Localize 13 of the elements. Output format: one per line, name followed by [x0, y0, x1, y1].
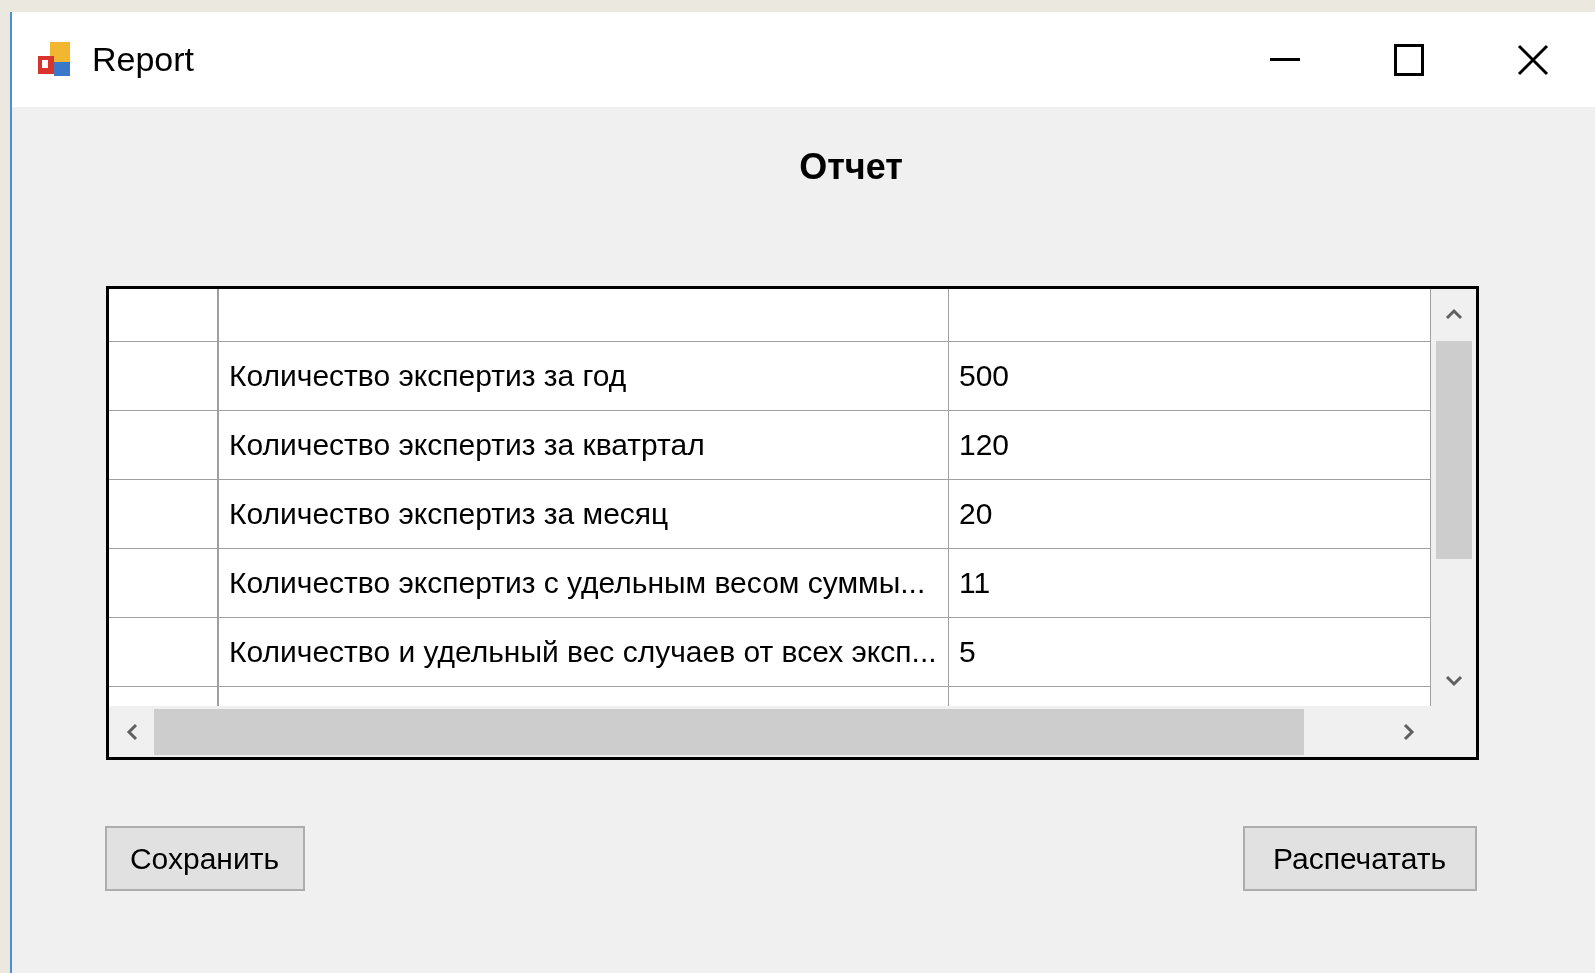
close-icon	[1517, 43, 1549, 76]
report-heading: Отчет	[798, 145, 903, 189]
table-cell: Количество экспертиз за кватртал	[219, 411, 949, 479]
table-cell: Количество и удельный вес случаев от всех эксп...	[219, 618, 949, 686]
maximize-icon	[1394, 43, 1424, 76]
table-cell: Количество экспертиз с удельным весом суммы...	[219, 549, 949, 617]
action-button[interactable]: Сохранить	[104, 826, 305, 891]
table-cell: Количество экспертиз за месяц	[219, 480, 949, 548]
window-title: Report	[92, 40, 195, 79]
vertical-scrollbar[interactable]	[1431, 289, 1476, 706]
table-cell: Количество экспертиз за год	[219, 342, 949, 410]
minimize-icon	[1270, 57, 1300, 62]
action-button[interactable]: Распечатать	[1242, 826, 1477, 891]
